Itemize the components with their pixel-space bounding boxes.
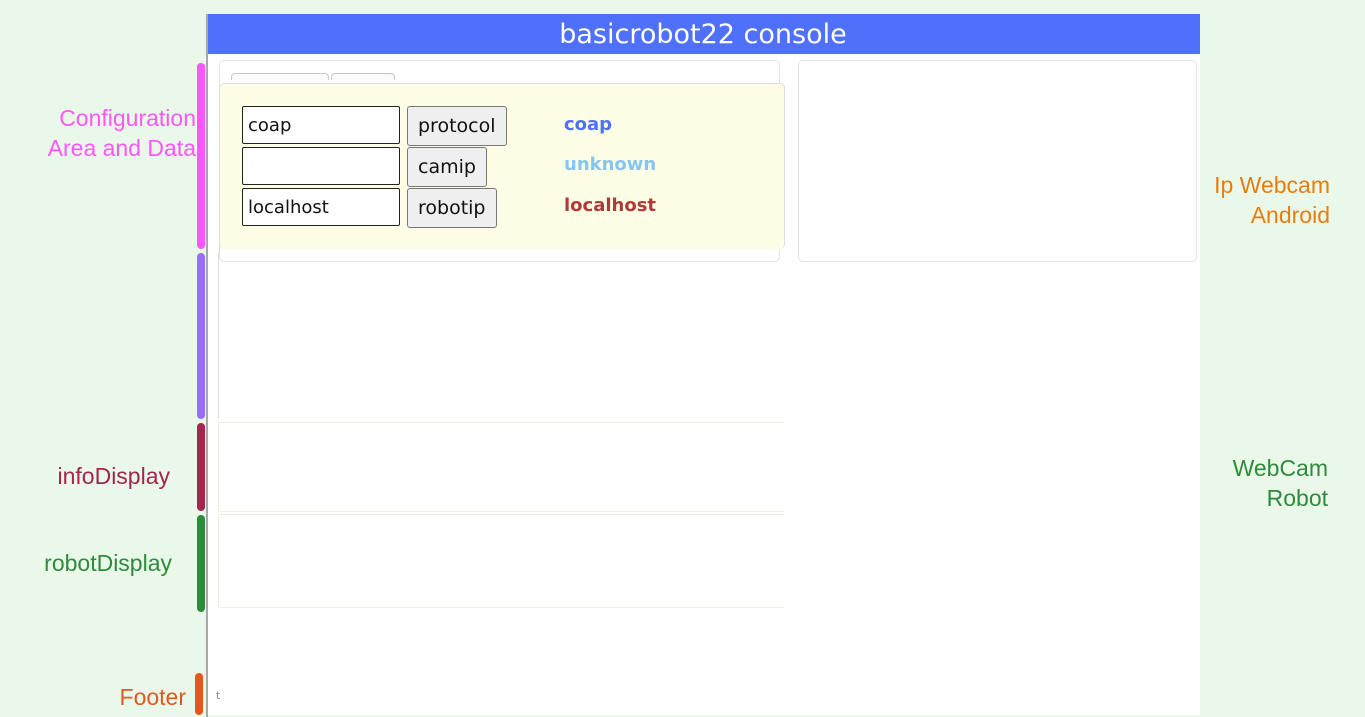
footer-annotation: Footer [119, 684, 186, 710]
robot-display-bar [197, 515, 205, 612]
footer-text: t [216, 689, 221, 702]
page-title: basicrobot22 console [206, 14, 1200, 54]
footer-bar [195, 673, 203, 715]
robotip-input[interactable]: localhost [242, 188, 400, 226]
protocol-value: coap [564, 114, 613, 135]
robotip-button[interactable]: robotip [407, 188, 497, 228]
area-bar [197, 253, 205, 419]
configuration-bar [197, 63, 205, 249]
area-display-edge [218, 252, 219, 418]
camip-input[interactable] [242, 147, 400, 185]
tab-stub-1[interactable] [231, 73, 329, 80]
robotip-value: localhost [564, 195, 657, 216]
info-display-annotation: infoDisplay [57, 463, 171, 489]
config-panel: coap protocol coap camip unknown localho… [219, 83, 785, 249]
webcam-robot-annotation: WebCam Robot [1232, 455, 1328, 511]
robot-display-annotation: robotDisplay [44, 550, 172, 576]
ip-webcam-frame [798, 60, 1197, 262]
camip-button[interactable]: camip [407, 147, 487, 187]
configuration-annotation: Configuration Area and Data [47, 105, 196, 161]
protocol-button[interactable]: protocol [407, 106, 507, 146]
camip-value: unknown [564, 154, 657, 175]
info-display-bar [197, 423, 205, 511]
robot-display [218, 514, 784, 608]
tab-stub-2[interactable] [331, 73, 395, 80]
console-page: basicrobot22 console coap protocol coap … [206, 14, 1200, 715]
ip-webcam-annotation: Ip Webcam Android [1214, 172, 1330, 228]
info-display [218, 422, 784, 512]
protocol-input[interactable]: coap [242, 106, 400, 144]
page-left-border [206, 14, 208, 717]
